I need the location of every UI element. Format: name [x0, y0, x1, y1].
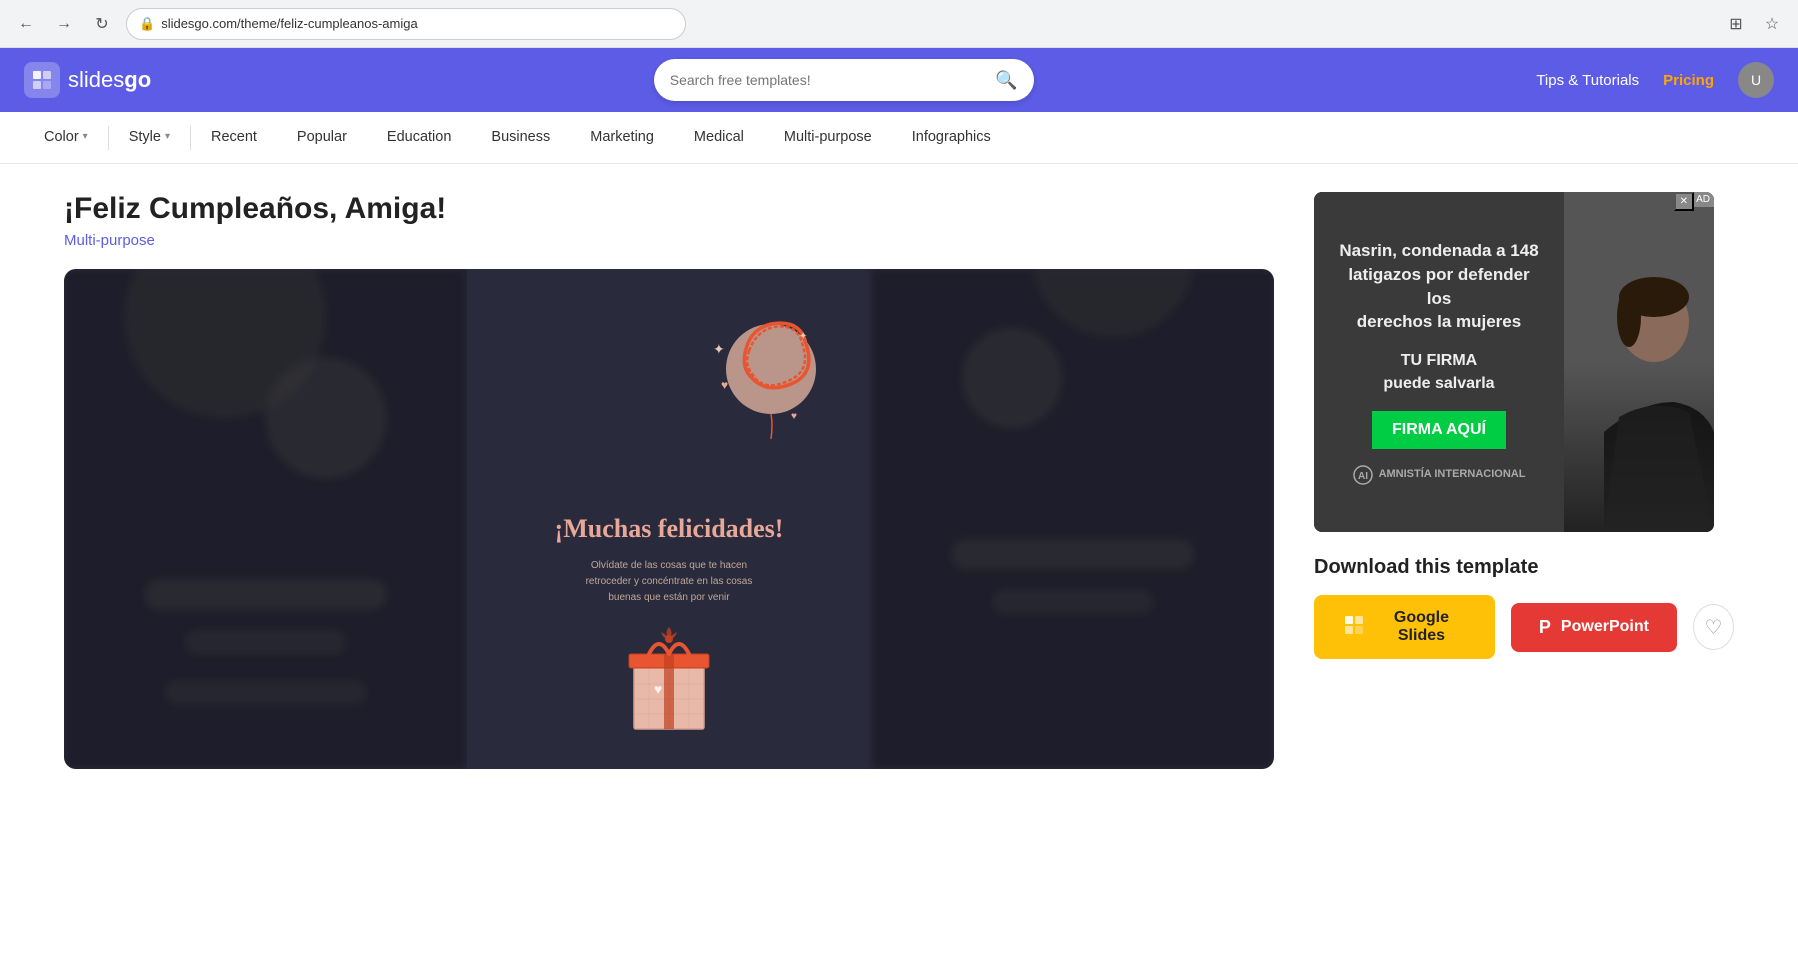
- preview-slide-left: [64, 269, 467, 769]
- avatar-initials: U: [1751, 72, 1761, 88]
- search-icon: 🔍: [995, 70, 1017, 90]
- search-box[interactable]: 🔍: [654, 59, 1034, 101]
- preview-grid: ♥ ♥ ✦ ✦ ¡Muchas felicidades! Olvídate de…: [64, 269, 1274, 769]
- bookmark-button[interactable]: ☆: [1758, 10, 1786, 38]
- site-header: slidesgo 🔍 Tips & Tutorials Pricing U: [0, 48, 1798, 112]
- heart-icon: ♡: [1705, 615, 1723, 640]
- powerpoint-icon: P: [1539, 617, 1551, 638]
- ad-text-side: Nasrin, condenada a 148 latigazos por de…: [1314, 192, 1564, 532]
- slide-subtitle: Olvídate de las cosas que te hacen retro…: [579, 558, 759, 606]
- google-slides-button[interactable]: Google Slides: [1314, 595, 1495, 659]
- cat-education[interactable]: Education: [367, 112, 472, 164]
- translate-button[interactable]: ⊞: [1722, 10, 1750, 38]
- cat-medical[interactable]: Medical: [674, 112, 764, 164]
- google-slides-icon: [1342, 613, 1366, 642]
- refresh-button[interactable]: ↻: [88, 10, 116, 38]
- svg-text:♥: ♥: [654, 681, 662, 697]
- page-subtitle[interactable]: Multi-purpose: [64, 232, 1274, 249]
- refresh-icon: ↻: [95, 14, 108, 34]
- preview-slide-right: [871, 269, 1274, 769]
- forward-icon: →: [56, 15, 72, 33]
- browser-bar: ← → ↻ 🔒 slidesgo.com/theme/feliz-cumplea…: [0, 0, 1798, 48]
- lock-icon: 🔒: [139, 16, 155, 32]
- svg-text:✦: ✦: [713, 341, 725, 357]
- search-input[interactable]: [670, 72, 988, 88]
- ad-subheadline: TU FIRMA puede salvarla: [1383, 350, 1494, 395]
- header-nav: Tips & Tutorials Pricing U: [1536, 62, 1774, 98]
- bookmark-icon: ☆: [1765, 14, 1779, 34]
- cat-popular[interactable]: Popular: [277, 112, 367, 164]
- ad-firma-button[interactable]: FIRMA AQUÍ: [1372, 411, 1506, 449]
- cat-style[interactable]: Style ▾: [109, 112, 190, 164]
- url-text: slidesgo.com/theme/feliz-cumpleanos-amig…: [161, 16, 418, 31]
- ad-label: AD: [1692, 192, 1714, 207]
- powerpoint-button[interactable]: P PowerPoint: [1511, 603, 1677, 652]
- cat-color[interactable]: Color ▾: [24, 112, 108, 164]
- svg-text:♥: ♥: [791, 411, 797, 422]
- ad-content: Nasrin, condenada a 148 latigazos por de…: [1314, 192, 1714, 532]
- tips-tutorials-link[interactable]: Tips & Tutorials: [1536, 72, 1639, 89]
- ad-close-button[interactable]: ✕: [1674, 192, 1694, 211]
- back-button[interactable]: ←: [12, 10, 40, 38]
- cat-recent[interactable]: Recent: [191, 112, 277, 164]
- search-button[interactable]: 🔍: [995, 70, 1017, 91]
- address-bar[interactable]: 🔒 slidesgo.com/theme/feliz-cumpleanos-am…: [126, 8, 686, 40]
- back-icon: ←: [18, 15, 34, 33]
- browser-actions: ⊞ ☆: [1722, 10, 1786, 38]
- cat-marketing[interactable]: Marketing: [570, 112, 674, 164]
- slide-main-title: ¡Muchas felicidades!: [555, 512, 784, 546]
- svg-text:♥: ♥: [721, 378, 728, 392]
- logo-text: slidesgo: [68, 67, 151, 93]
- ad-org: AI AMNISTÍA INTERNACIONAL: [1353, 465, 1526, 485]
- color-dropdown-arrow: ▾: [83, 131, 88, 142]
- header-search: 🔍: [167, 59, 1520, 101]
- cat-multipurpose[interactable]: Multi-purpose: [764, 112, 892, 164]
- logo[interactable]: slidesgo: [24, 62, 151, 98]
- cat-business[interactable]: Business: [471, 112, 570, 164]
- category-nav: Color ▾ Style ▾ Recent Popular Education…: [0, 112, 1798, 164]
- user-avatar[interactable]: U: [1738, 62, 1774, 98]
- preview-slide-center: ♥ ♥ ✦ ✦ ¡Muchas felicidades! Olvídate de…: [467, 269, 870, 769]
- ad-container: AD ✕ Nasrin, condenada a 148 latigazos p…: [1314, 192, 1714, 532]
- content-left: ¡Feliz Cumpleaños, Amiga! Multi-purpose: [64, 192, 1274, 769]
- download-buttons: Google Slides P PowerPoint ♡: [1314, 595, 1734, 659]
- forward-button[interactable]: →: [50, 10, 78, 38]
- main-content: ¡Feliz Cumpleaños, Amiga! Multi-purpose: [0, 164, 1798, 769]
- svg-text:AI: AI: [1358, 471, 1368, 482]
- favorite-button[interactable]: ♡: [1693, 604, 1734, 650]
- cat-infographics[interactable]: Infographics: [892, 112, 1011, 164]
- logo-icon: [24, 62, 60, 98]
- translate-icon: ⊞: [1729, 14, 1742, 34]
- download-title: Download this template: [1314, 556, 1734, 579]
- pricing-link[interactable]: Pricing: [1663, 72, 1714, 89]
- page-title: ¡Feliz Cumpleaños, Amiga!: [64, 192, 1274, 226]
- ad-headline: Nasrin, condenada a 148 latigazos por de…: [1334, 239, 1544, 334]
- download-section: Download this template Google Slides P: [1314, 556, 1734, 659]
- ad-person-image: [1564, 192, 1714, 532]
- svg-text:✦: ✦: [799, 331, 807, 342]
- style-dropdown-arrow: ▾: [165, 131, 170, 142]
- content-right: AD ✕ Nasrin, condenada a 148 latigazos p…: [1314, 192, 1734, 769]
- template-preview: ♥ ♥ ✦ ✦ ¡Muchas felicidades! Olvídate de…: [64, 269, 1274, 769]
